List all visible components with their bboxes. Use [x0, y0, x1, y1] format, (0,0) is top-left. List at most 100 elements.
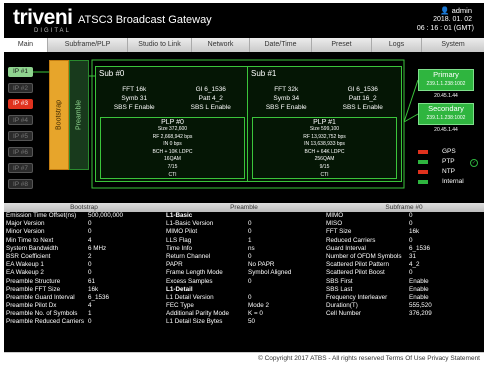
param-label: SBS First: [326, 277, 353, 285]
input-ip-3[interactable]: IP #3: [8, 99, 33, 109]
preamble-label: Preamble: [75, 100, 83, 130]
param-label: L1 Detail Version: [166, 293, 214, 301]
bootstrap-block[interactable]: Bootstrap: [49, 60, 69, 170]
plp-interleaver: CTI: [168, 171, 177, 178]
param-row: Minor Version 0: [4, 228, 164, 236]
output-ip: 239.1.1.238:1002: [426, 115, 466, 121]
param-label: Return Channel: [166, 252, 211, 260]
param-label: Guard Interval: [326, 244, 366, 252]
tab-studio-to-link[interactable]: Studio to Link: [128, 38, 192, 52]
status-green-indicator: [418, 180, 428, 184]
input-ip-2[interactable]: IP #2: [8, 83, 33, 93]
param-value: 4_2: [409, 261, 420, 269]
tab-preset[interactable]: Preset: [312, 38, 372, 52]
param-row: Number of OFDM Symbols 31: [324, 253, 484, 261]
param-label: Preamble No. of Symbols: [6, 310, 78, 318]
tab-system[interactable]: System: [422, 38, 484, 52]
panel-header-preamble: Preamble: [230, 204, 258, 211]
plp-in-rate: IN 13,638,933 bps: [304, 141, 345, 148]
plp-1[interactable]: PLP #1 Size 599,100 RF 13,932,752 bps IN…: [252, 117, 397, 179]
subframe-1[interactable]: Sub #1 FFT 32k GI 6_1536 Symb 34 Patt 16_2…: [247, 66, 402, 182]
legend-gps: GPS: [418, 148, 478, 156]
param-label: LLS Flag: [166, 236, 192, 244]
param-value: 0: [248, 220, 252, 228]
param-label: System Bandwidth: [6, 244, 59, 252]
param-row: Scattered Pilot Boost 0: [324, 269, 484, 277]
output-secondary[interactable]: Secondary 239.1.1.238:1002: [418, 103, 474, 125]
param-label: Number of OFDM Symbols: [326, 252, 402, 260]
plp-rf-rate: RF 2,668,942 bps: [152, 133, 193, 140]
input-ip-4[interactable]: IP #4: [8, 115, 33, 125]
tab-main[interactable]: Main: [4, 38, 48, 52]
input-ip-8[interactable]: IP #8: [8, 179, 33, 189]
param-value: 61: [88, 277, 96, 285]
user-menu[interactable]: 👤 admin: [440, 6, 472, 15]
subframe-sbs-first: SBS F Enable: [113, 104, 155, 111]
subframe-title: Sub #0: [99, 69, 125, 78]
param-value: 0: [88, 228, 92, 236]
param-row: Guard Interval 6_1536: [324, 245, 484, 253]
param-label: L1 Detail Size Bytes: [166, 318, 223, 326]
parameter-panels: Emission Time Offset(ns) 500,000,000 Major…: [4, 212, 484, 352]
param-value: Enable: [409, 277, 429, 285]
param-row: EA Wakeup 2 0: [4, 269, 164, 277]
signal-diagram: IP #1 IP #2 IP #3 IP #4 IP #5 IP #6 IP #…: [4, 52, 484, 202]
subframe-symb: Symb 31: [121, 95, 148, 102]
output-primary[interactable]: Primary 239.1.1.238:1002: [418, 69, 474, 91]
status-red-indicator: [418, 170, 428, 174]
param-label: MIMO Pilot: [166, 228, 198, 236]
subframe-patt: Patt 16_2: [348, 95, 377, 102]
param-row: LLS Flag 1: [164, 237, 324, 245]
param-label: Scattered Pilot Boost: [326, 269, 385, 277]
input-ip-6[interactable]: IP #6: [8, 147, 33, 157]
param-label: Preamble Pilot Dx: [6, 302, 57, 310]
param-value: 0: [248, 277, 252, 285]
subframe-sbs-first: SBS F Enable: [265, 104, 307, 111]
subframe-fft: FFT 32k: [274, 86, 299, 93]
param-label: L1-Detail: [166, 285, 193, 293]
param-row: Time Info ns: [164, 245, 324, 253]
tab-logs[interactable]: Logs: [372, 38, 422, 52]
subframe-sbs-last: SBS L Enable: [190, 104, 231, 111]
param-row: FFT Size 16k: [324, 228, 484, 236]
param-value: 0: [409, 269, 413, 277]
plp-modulation: 256QAM: [314, 156, 335, 163]
tab-network[interactable]: Network: [192, 38, 250, 52]
param-row: MIMO Pilot 0: [164, 228, 324, 236]
param-label: Preamble Guard Interval: [6, 293, 75, 301]
input-ip-7[interactable]: IP #7: [8, 163, 33, 173]
param-row: Duration(T) 555,520: [324, 302, 484, 310]
preamble-block[interactable]: Preamble: [69, 60, 89, 170]
param-value: 4: [88, 236, 92, 244]
param-label: MIMO: [326, 212, 344, 219]
subframe-gi: GI 6_1536: [195, 86, 226, 93]
param-value: 50: [248, 318, 256, 326]
panel-header-subframe: Subframe #0: [385, 204, 423, 211]
param-row: L1-Basic Version 0: [164, 220, 324, 228]
param-value: 376,209: [409, 310, 432, 318]
param-value: ns: [248, 244, 255, 252]
input-ip-1[interactable]: IP #1: [8, 67, 33, 77]
param-label: PAPR: [166, 261, 183, 269]
param-label: EA Wakeup 2: [6, 269, 44, 277]
param-row: Major Version 0: [4, 220, 164, 228]
subframe-sbs-last: SBS L Enable: [342, 104, 383, 111]
plp-0[interactable]: PLP #0 Size 372,600 RF 2,668,942 bps IN …: [100, 117, 245, 179]
input-ip-5[interactable]: IP #5: [8, 131, 33, 141]
tab-subframe-plp[interactable]: Subframe/PLP: [48, 38, 128, 52]
subframe-0[interactable]: Sub #0 FFT 16k GI 6_1536 Symb 31 Patt 4_2 …: [95, 66, 250, 182]
param-value: 0: [88, 261, 92, 269]
param-row: L1-Basic: [164, 212, 324, 220]
param-value: 0: [248, 293, 252, 301]
app-window: triveni DIGITAL ATSC3 Broadcast Gateway …: [4, 3, 484, 365]
status-red-indicator: [418, 150, 428, 154]
param-value: 6_1536: [409, 244, 431, 252]
param-value: 31: [409, 252, 417, 260]
plp-code-rate: 7/15: [167, 163, 178, 170]
param-row: Frame Length Mode Symbol Aligned: [164, 269, 324, 277]
tab-date-time[interactable]: Date/Time: [250, 38, 312, 52]
bootstrap-label: Bootstrap: [55, 100, 63, 130]
param-value: 6 MHz: [88, 244, 107, 252]
param-value: K = 0: [248, 310, 263, 318]
param-value: 0: [409, 212, 413, 219]
